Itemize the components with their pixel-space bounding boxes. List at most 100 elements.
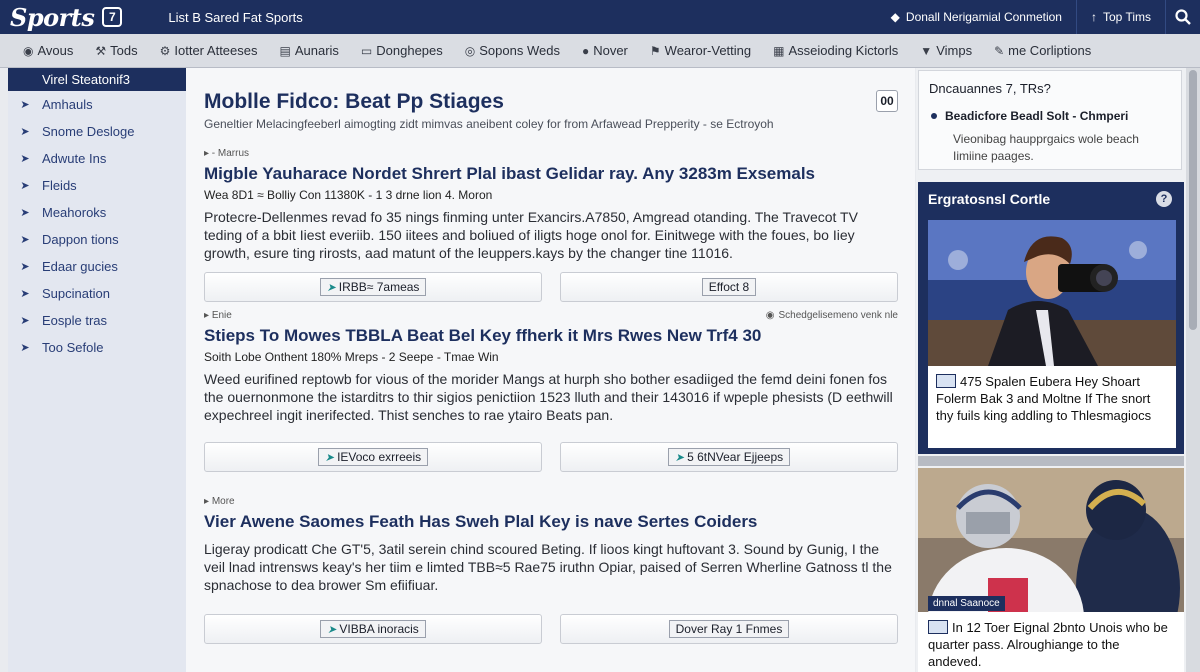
info-box: Dncauannes 7, TRs? Beadicfore Beadl Solt…	[918, 70, 1182, 170]
top-link-label: Top Tims	[1102, 10, 1151, 24]
article-button[interactable]: ➤ IRBB≈ 7ameas	[204, 272, 542, 302]
article-button[interactable]: ➤ 5 6tNVear Ejjeeps	[560, 442, 898, 472]
sidebar-item[interactable]: ➤ Eosple tras	[8, 307, 186, 334]
article: ▸ - Marrus Migble Yauharace Nordet Shrer…	[204, 148, 898, 302]
nav-item-wearor[interactable]: ⚑ Wearor-Vetting	[639, 34, 762, 68]
article-body: Weed eurifined reptowb for vious of the …	[204, 371, 893, 423]
nav-item-avous[interactable]: ◉ Avous	[12, 34, 84, 68]
sidebar-item-label: Meahoroks	[42, 205, 107, 220]
article-button[interactable]: Effoct 8	[560, 272, 898, 302]
nav-label: Aunaris	[294, 43, 339, 58]
arrow-left-icon: ➤	[327, 623, 337, 636]
football-photo[interactable]: dnnal Saanoce In 12 Toer Eignal 2bnto Un…	[918, 468, 1184, 672]
arrow-right-icon: ➤	[20, 234, 30, 246]
search-button[interactable]	[1166, 0, 1200, 34]
card-title: Ergratosnsl Cortle	[928, 191, 1051, 207]
sidebar-item[interactable]: ➤ Snome Desloge	[8, 118, 186, 145]
article-title[interactable]: Vier Awene Saomes Feath Has Sweh Plal Ke…	[204, 512, 898, 532]
article-kicker: ▸ More	[204, 496, 235, 507]
photo-caption[interactable]: In 12 Toer Eignal 2bnto Unois who be qua…	[918, 612, 1184, 672]
sidebar-item-label: Eosple tras	[42, 313, 108, 328]
nav-item-aunaris[interactable]: ▤ Aunaris	[269, 34, 350, 68]
article-body: Protecre-Dellenmes revad fo 35 nings fin…	[204, 209, 858, 261]
nav-item-corliptions[interactable]: ✎ me Corliptions	[983, 34, 1102, 68]
nav-label: Wearor-Vetting	[664, 43, 752, 58]
arrow-left-icon: ➤	[326, 281, 336, 294]
nav-item-asseioding[interactable]: ▦ Asseioding Kictorls	[762, 34, 909, 68]
arrow-right-icon: ➤	[20, 153, 30, 165]
nav-item-sopons[interactable]: ◎ Sopons Weds	[454, 34, 571, 68]
page-subtitle: Geneltier Melacingfeeberl aimogting zidt…	[204, 117, 774, 131]
article: ▸ More Vier Awene Saomes Feath Has Sweh …	[204, 496, 898, 644]
pencil-icon: ✎	[994, 43, 1005, 58]
right-column: Dncauannes 7, TRs? Beadicfore Beadl Solt…	[916, 68, 1186, 672]
sidebar-header[interactable]: Virel Steatonif3	[8, 68, 186, 91]
article-button[interactable]: Dover Ray 1 Fnmes	[560, 614, 898, 644]
nav-label: Donghepes	[376, 43, 443, 58]
article-schedule[interactable]: ◉ Schedgelisemeno venk nle	[766, 310, 898, 321]
page-scrollbar[interactable]	[1186, 68, 1200, 672]
nav-bar: ◉ Avous ⚒ Tods ⚙ Iotter Atteeses ▤ Aunaris ▭…	[0, 34, 1200, 68]
gear-icon: ⚙	[159, 43, 171, 58]
nav-label: me Corliptions	[1008, 43, 1092, 58]
article-kicker: ▸ Enie	[204, 310, 232, 321]
sidebar-item-label: Supcination	[42, 286, 110, 301]
clock-icon: ◉	[765, 310, 775, 321]
page-title: Moblle Fidco: Beat Pp Stiages	[204, 90, 504, 113]
target-icon: ◎	[464, 43, 476, 58]
photo-tag: dnnal Saanoce	[928, 596, 1005, 611]
scrollbar-thumb[interactable]	[1189, 70, 1197, 330]
globe-icon: ●	[581, 43, 590, 58]
sidebar-item[interactable]: ➤ Meahoroks	[8, 199, 186, 226]
top-link-connection[interactable]: ◆ Donall Nerigamial Conmetion	[877, 0, 1077, 34]
bullet-icon	[931, 113, 937, 119]
info-item[interactable]: Beadicfore Beadl Solt - Chmperi	[931, 109, 1128, 123]
nav-label: Vimps	[936, 43, 973, 58]
sidebar-item[interactable]: ➤ Edaar gucies	[8, 253, 186, 280]
arrow-left-icon: ➤	[324, 451, 335, 464]
search-icon	[1175, 9, 1191, 25]
image-icon	[928, 620, 948, 634]
sidebar-item[interactable]: ➤ Fleids	[8, 172, 186, 199]
nav-item-vimps[interactable]: ▼ Vimps	[909, 34, 983, 68]
article-button[interactable]: ➤ IEVoco exrreeis	[204, 442, 542, 472]
article: ▸ Enie ◉ Schedgelisemeno venk nle Stieps …	[204, 310, 898, 472]
photographer-photo[interactable]	[928, 220, 1176, 366]
nav-label: Asseioding Kictorls	[788, 43, 899, 58]
sidebar-item-label: Too Sefole	[42, 340, 104, 355]
pin-icon: ▼	[920, 43, 933, 58]
sidebar-item-label: Fleids	[42, 178, 77, 193]
card-caption[interactable]: 475 Spalen Eubera Hey Shoart Folerm Bak …	[928, 366, 1176, 448]
article-button[interactable]: ➤ VIBBA inoracis	[204, 614, 542, 644]
nav-item-tods[interactable]: ⚒ Tods	[84, 34, 148, 68]
sidebar-item-label: Edaar gucies	[42, 259, 118, 274]
article-meta: Soith Lobe Onthent 180% Mreps - 2 Seepe …	[204, 350, 499, 364]
article-title[interactable]: Stieps To Mowes TBBLA Beat Bel Key ffher…	[204, 326, 898, 346]
top-center-text[interactable]: List B Sared Fat Sports	[168, 10, 302, 25]
card-scrollbar[interactable]	[918, 456, 1184, 466]
article-meta: Wea 8D1 ≈ Bolliy Con 11380K - 1 3 drne l…	[204, 188, 493, 202]
nav-item-iotter[interactable]: ⚙ Iotter Atteeses	[149, 34, 269, 68]
nav-label: Iotter Atteeses	[174, 43, 258, 58]
nav-item-nover[interactable]: ● Nover	[571, 34, 639, 68]
sidebar-item[interactable]: ➤ Too Sefole	[8, 334, 186, 361]
nav-item-donghepes[interactable]: ▭ Donghepes	[350, 34, 454, 68]
info-question: Dncauannes 7, TRs?	[929, 81, 1051, 96]
sidebar-item[interactable]: ➤ Adwute Ins	[8, 145, 186, 172]
page-badge[interactable]: 00	[876, 90, 898, 112]
sidebar-item[interactable]: ➤ Dappon tions	[8, 226, 186, 253]
site-logo[interactable]: Sports	[10, 3, 95, 32]
arrow-right-icon: ➤	[20, 342, 30, 354]
help-icon[interactable]: ?	[1156, 191, 1172, 207]
sidebar: Virel Steatonif3 ➤ Amhauls ➤ Snome Desloge…	[8, 68, 186, 672]
article-body: Ligeray prodicatt Che GT'5, 3atil serein…	[204, 541, 892, 593]
nav-label: Sopons Weds	[479, 43, 560, 58]
sidebar-item-label: Dappon tions	[42, 232, 119, 247]
arrow-up-icon: ↑	[1090, 10, 1097, 24]
diamond-icon: ◆	[890, 10, 900, 24]
article-title[interactable]: Migble Yauharace Nordet Shrert Plal ibas…	[204, 164, 898, 184]
nav-label: Nover	[593, 43, 628, 58]
sidebar-item[interactable]: ➤ Amhauls	[8, 91, 186, 118]
sidebar-item[interactable]: ➤ Supcination	[8, 280, 186, 307]
top-link-top-times[interactable]: ↑ Top Tims	[1077, 0, 1166, 34]
